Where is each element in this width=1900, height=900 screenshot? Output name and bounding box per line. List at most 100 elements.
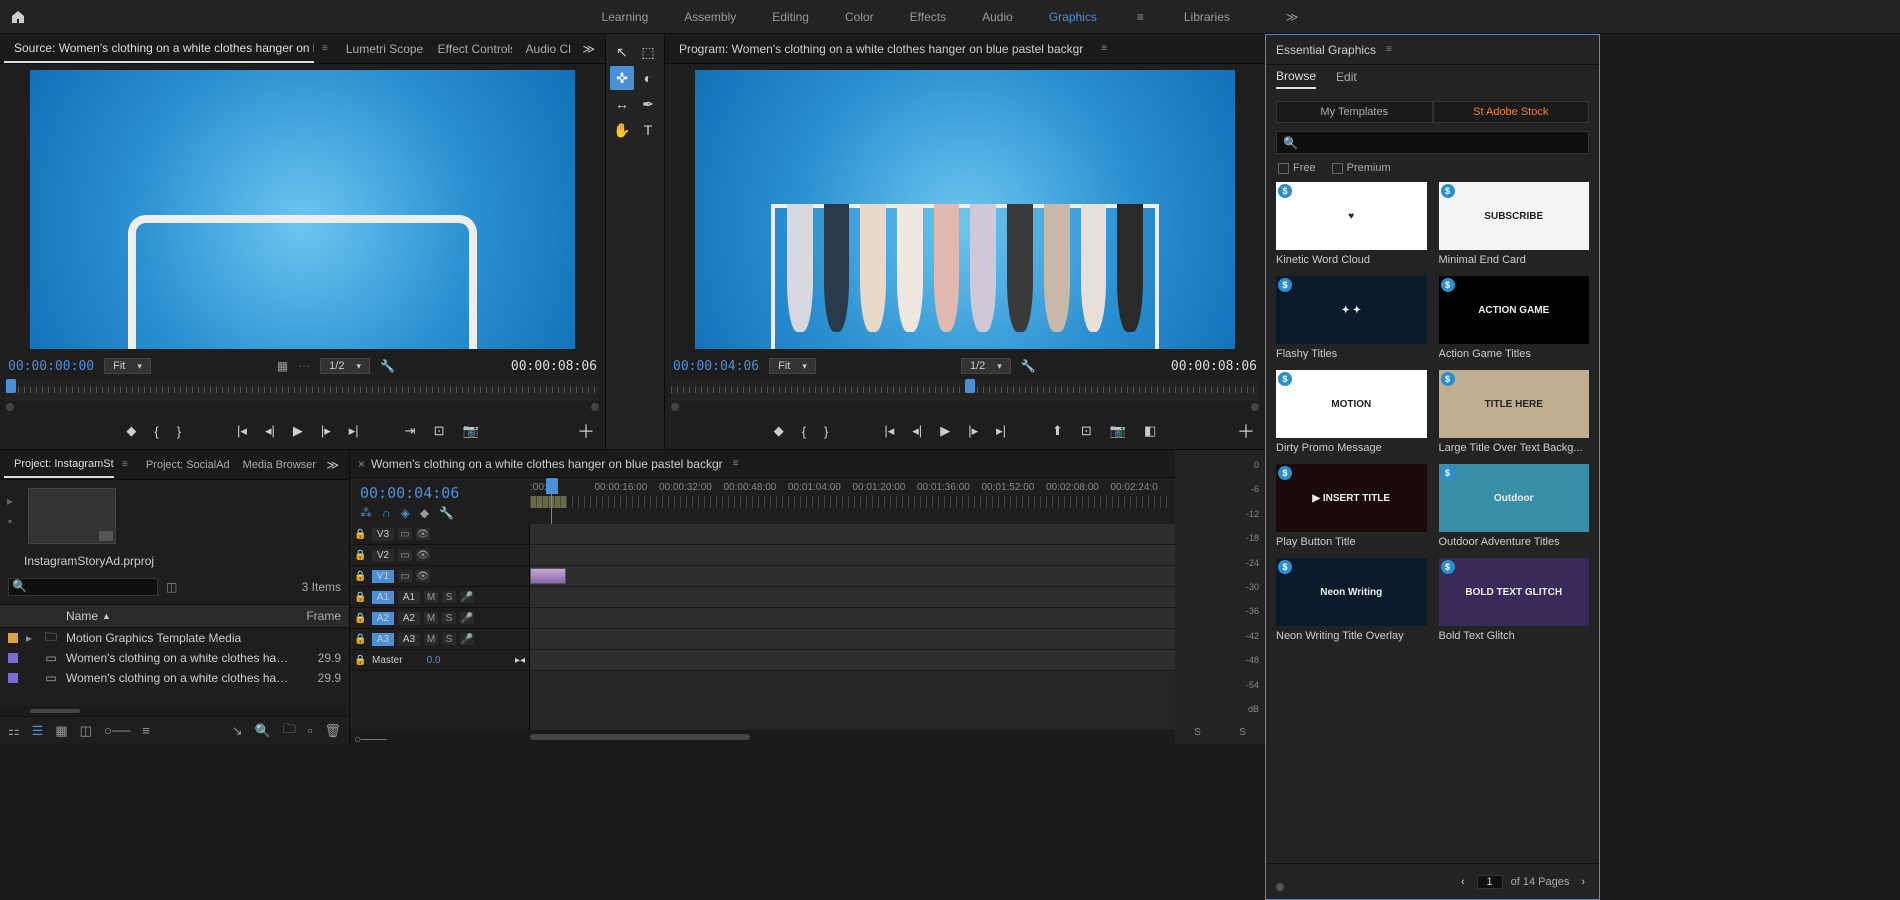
proj-overflow-icon[interactable]: ≫ [320, 458, 345, 472]
pager-next-icon[interactable]: › [1577, 876, 1589, 888]
eg-filter-free[interactable]: Free [1278, 162, 1316, 174]
proj-filter-icon[interactable]: ◫ [166, 580, 177, 594]
tab-audio-clip[interactable]: Audio Cl [516, 36, 573, 62]
sync-lock-icon[interactable]: ▭ [398, 549, 412, 561]
add-marker-tl-icon[interactable]: ◈ [401, 506, 410, 520]
project-thumbnail[interactable] [28, 488, 116, 544]
program-timecode-in[interactable]: 00:00:04:06 [673, 359, 759, 374]
col-frame[interactable]: Frame [306, 609, 341, 623]
program-zoom-dropdown[interactable]: 1/2 [961, 358, 1011, 374]
p-mark-in-icon[interactable]: { [802, 424, 806, 439]
lock-icon[interactable]: 🔒 [354, 592, 368, 603]
lock-icon[interactable]: 🔒 [354, 655, 368, 666]
new-item-icon[interactable]: ▫ [308, 723, 313, 738]
p-step-forward-icon[interactable]: |▸ [968, 423, 978, 439]
eg-template-item[interactable]: $MOTIONDirty Promo Message [1276, 370, 1427, 454]
video-clip[interactable] [530, 568, 566, 584]
sync-lock-icon[interactable]: ▭ [398, 570, 412, 582]
program-settings-icon[interactable]: 🔧 [1021, 359, 1036, 373]
lock-icon[interactable]: 🔒 [354, 634, 368, 645]
eg-tab-edit[interactable]: Edit [1336, 70, 1357, 88]
solo-right[interactable]: S [1239, 727, 1246, 738]
track-header-V1[interactable]: 🔒V1▭👁 [350, 566, 529, 587]
program-menu-icon[interactable]: ≡ [1097, 43, 1111, 54]
eg-template-item[interactable]: $OutdoorOutdoor Adventure Titles [1439, 464, 1590, 548]
track-target[interactable]: A3 [398, 633, 420, 646]
solo-icon[interactable]: S [442, 612, 456, 624]
comparison-view-icon[interactable]: ◧ [1144, 423, 1156, 439]
track-header-A3[interactable]: 🔒A3A3MS🎤 [350, 629, 529, 650]
timeline-menu-icon[interactable]: ≡ [729, 458, 743, 469]
tab-project-social[interactable]: Project: SocialAd [136, 453, 229, 477]
track-header-V2[interactable]: 🔒V2▭👁 [350, 545, 529, 566]
selection-tool-icon[interactable]: ↖ [610, 40, 634, 64]
toggle-output-icon[interactable]: 👁 [416, 570, 430, 582]
new-bin-icon[interactable]: 🗀 [283, 720, 296, 742]
insert-icon[interactable]: ⇥ [405, 423, 416, 439]
delete-icon[interactable]: 🗑 [324, 723, 341, 739]
track-source[interactable]: A1 [372, 591, 394, 604]
program-video[interactable] [695, 70, 1235, 349]
proj-write-icon[interactable]: ▸ [7, 494, 13, 508]
tl-zoom-out-icon[interactable]: ○─── [354, 732, 387, 746]
source-timecode-in[interactable]: 00:00:00:00 [8, 359, 94, 374]
track-lane-V1[interactable] [530, 566, 1175, 587]
mute-icon[interactable]: M [424, 633, 438, 645]
program-time-ruler[interactable] [671, 379, 1259, 401]
track-select-icon[interactable]: ⬚ [636, 40, 660, 64]
source-video[interactable] [30, 70, 575, 349]
eg-template-item[interactable]: $SUBSCRIBEMinimal End Card [1439, 182, 1590, 266]
source-scrollbar[interactable] [6, 403, 599, 411]
ws-graphics[interactable]: Graphics [1049, 10, 1097, 24]
find-icon[interactable]: 🔍 [255, 723, 271, 739]
linked-selection-icon[interactable]: ∩ [382, 506, 391, 520]
type-tool-icon[interactable]: T [636, 118, 660, 142]
program-scrollbar[interactable] [671, 403, 1259, 411]
pager-page-input[interactable] [1477, 875, 1503, 889]
toggle-output-icon[interactable]: 👁 [416, 528, 430, 540]
step-back-icon[interactable]: ◂| [265, 423, 275, 439]
project-row[interactable]: ▭Women's clothing on a white clothes han… [0, 668, 349, 688]
track-target[interactable]: V2 [372, 549, 394, 562]
timeline-title[interactable]: Women's clothing on a white clothes hang… [371, 457, 723, 471]
lock-icon[interactable]: 🔒 [354, 550, 368, 561]
play-icon[interactable]: ▶ [293, 423, 303, 439]
p-add-marker-icon[interactable]: ◆ [774, 423, 784, 439]
ws-color[interactable]: Color [845, 10, 874, 24]
ripple-edit-icon[interactable]: ✜ [610, 66, 634, 90]
track-lane-V3[interactable] [530, 524, 1175, 545]
track-target[interactable]: V3 [372, 528, 394, 541]
track-target[interactable]: A1 [398, 591, 420, 604]
eg-tab-browse[interactable]: Browse [1276, 69, 1316, 89]
eg-template-item[interactable]: $♥Kinetic Word Cloud [1276, 182, 1427, 266]
ws-menu-icon[interactable]: ≡ [1133, 10, 1148, 24]
timeline-timecode[interactable]: 00:00:04:06 [360, 484, 520, 502]
solo-icon[interactable]: S [442, 633, 456, 645]
collapse-icon[interactable]: ▸◂ [515, 655, 525, 666]
p-go-to-out-icon[interactable]: ▸| [996, 423, 1006, 439]
snap-icon[interactable]: ⁂ [360, 506, 372, 520]
pen-tool-icon[interactable]: ✒ [636, 92, 660, 116]
eg-template-item[interactable]: $ACTION GAMEAction Game Titles [1439, 276, 1590, 360]
pager-prev-icon[interactable]: ‹ [1457, 876, 1469, 888]
source-tab-menu-icon[interactable]: ≡ [318, 43, 332, 54]
program-title[interactable]: Program: Women's clothing on a white clo… [669, 36, 1093, 62]
lock-icon[interactable]: 🔒 [354, 529, 368, 540]
p-button-editor-icon[interactable]: ＋ [1237, 418, 1255, 444]
mark-out-icon[interactable]: } [177, 424, 181, 439]
razor-tool-icon[interactable]: ↔ [610, 92, 634, 116]
step-forward-icon[interactable]: |▸ [321, 423, 331, 439]
tab-source[interactable]: Source: Women's clothing on a white clot… [4, 35, 314, 63]
timeline-scrollbar[interactable]: ○─── [350, 730, 1175, 744]
eg-template-item[interactable]: $BOLD TEXT GLITCHBold Text Glitch [1439, 558, 1590, 642]
tab-effect-controls[interactable]: Effect Controls [428, 36, 512, 62]
project-row[interactable]: ▭Women's clothing on a white clothes han… [0, 648, 349, 668]
col-name[interactable]: Name ▲ [66, 609, 298, 623]
eg-search-input[interactable]: 🔍 [1276, 131, 1589, 154]
eg-adobe-stock[interactable]: St Adobe Stock [1433, 101, 1590, 123]
mute-icon[interactable]: M [424, 612, 438, 624]
zoom-slider[interactable]: ○── [104, 723, 130, 738]
list-view-icon[interactable]: ☰ [32, 723, 44, 739]
track-target[interactable]: A2 [398, 612, 420, 625]
voice-over-icon[interactable]: 🎤 [460, 612, 474, 624]
